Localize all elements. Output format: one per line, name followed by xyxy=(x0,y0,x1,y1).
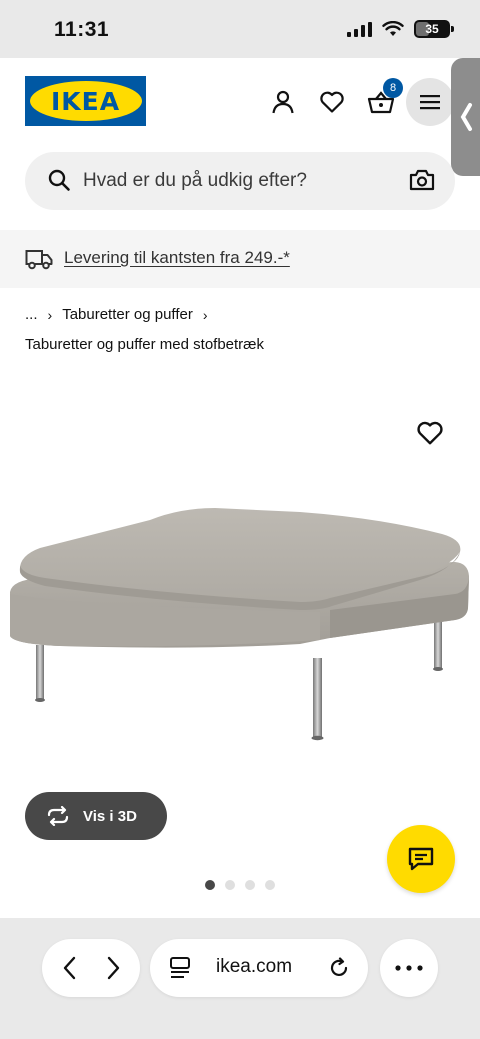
cart-button[interactable]: 8 xyxy=(367,78,403,116)
forward-icon[interactable] xyxy=(102,955,124,981)
category-title: Taburetter og puffer med stofbetræk xyxy=(25,336,265,353)
product-wishlist-button[interactable] xyxy=(416,420,444,448)
reader-mode-icon[interactable] xyxy=(170,957,190,979)
menu-button[interactable] xyxy=(406,78,454,126)
browser-nav-group xyxy=(42,939,140,997)
delivery-link[interactable]: Levering til kantsten fra 249.-* xyxy=(64,248,290,268)
heart-icon xyxy=(320,91,344,113)
view-3d-button[interactable]: Vis i 3D xyxy=(25,792,167,840)
view-3d-label: Vis i 3D xyxy=(83,807,137,825)
account-button[interactable] xyxy=(269,88,297,116)
url-text: ikea.com xyxy=(216,956,293,977)
more-button[interactable] xyxy=(380,939,438,997)
chat-bubble-icon xyxy=(408,847,434,871)
search-bar[interactable] xyxy=(25,152,455,210)
breadcrumb-item[interactable]: Taburetter og puffer xyxy=(62,306,193,323)
camera-icon[interactable] xyxy=(409,168,435,192)
battery-level: 35 xyxy=(425,22,439,36)
truck-icon xyxy=(25,250,53,270)
heart-icon xyxy=(417,421,443,445)
status-bar: 11:31 35 xyxy=(0,0,480,58)
address-bar[interactable]: ikea.com xyxy=(150,939,368,997)
chevron-right-icon: › xyxy=(202,306,208,323)
status-time: 11:31 xyxy=(54,18,110,41)
chevron-right-icon: › xyxy=(47,306,53,323)
chevron-left-icon xyxy=(460,103,472,131)
user-icon xyxy=(272,90,294,114)
logo-oval: IKEA xyxy=(29,81,142,121)
back-icon[interactable] xyxy=(59,955,81,981)
rotate-3d-icon xyxy=(47,806,69,826)
delivery-banner: Levering til kantsten fra 249.-* xyxy=(0,230,480,288)
chat-button[interactable] xyxy=(387,825,455,893)
wishlist-button[interactable] xyxy=(318,88,346,116)
more-dots-icon xyxy=(395,965,423,971)
breadcrumb-ellipsis[interactable]: ... xyxy=(25,306,38,323)
status-icons: 35 xyxy=(347,20,454,38)
image-carousel-dots xyxy=(205,880,275,890)
breadcrumb: ... › Taburetter og puffer › xyxy=(25,306,218,323)
signal-icon xyxy=(347,21,372,37)
browser-toolbar: ikea.com xyxy=(0,918,480,1039)
carousel-dot[interactable] xyxy=(205,880,215,890)
hamburger-icon xyxy=(420,95,440,110)
reload-icon[interactable] xyxy=(328,957,350,979)
search-icon xyxy=(48,169,70,191)
wifi-icon xyxy=(382,21,404,36)
product-image[interactable] xyxy=(0,380,480,820)
side-panel-handle[interactable] xyxy=(451,58,480,176)
ikea-logo[interactable]: IKEA xyxy=(25,76,146,126)
carousel-dot[interactable] xyxy=(245,880,255,890)
logo-text: IKEA xyxy=(50,86,121,116)
cart-count-badge: 8 xyxy=(383,78,403,98)
carousel-dot[interactable] xyxy=(225,880,235,890)
search-input[interactable] xyxy=(83,152,383,210)
carousel-dot[interactable] xyxy=(265,880,275,890)
battery-icon: 35 xyxy=(414,20,454,38)
site-header: IKEA 8 xyxy=(0,58,480,150)
